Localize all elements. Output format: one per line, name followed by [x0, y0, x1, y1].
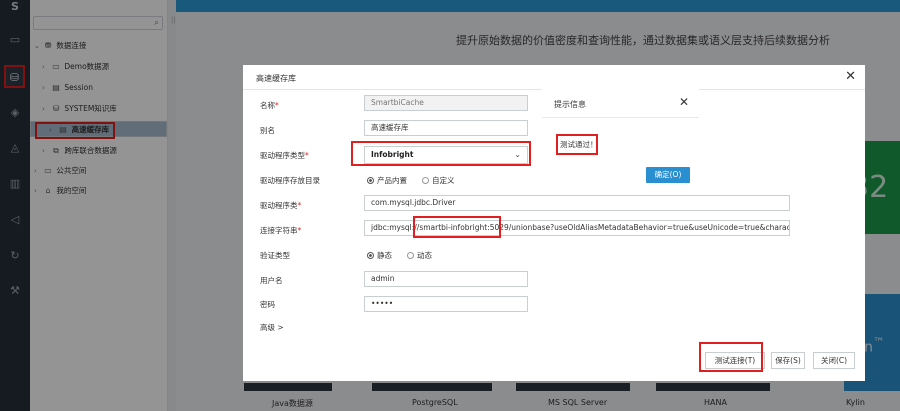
radio-dot[interactable]: [367, 252, 374, 259]
dialog-title: 高速缓存库: [256, 74, 296, 83]
label-name: 名称*: [260, 101, 279, 110]
label-conn-string: 连接字符串*: [260, 226, 302, 235]
alias-input[interactable]: 高速缓存库: [364, 120, 528, 136]
highlight-box-message: [556, 134, 598, 155]
highlight-box-driver: [351, 141, 531, 166]
radio-custom[interactable]: 自定义: [422, 175, 455, 186]
label-auth-type: 验证类型: [260, 251, 290, 260]
label-driver-type: 驱动程序类型*: [260, 151, 309, 160]
label-driver-class: 驱动程序类*: [260, 201, 302, 210]
radio-dot[interactable]: [422, 177, 429, 184]
ok-button[interactable]: 确定(O): [646, 167, 690, 183]
info-dialog: 提示信息 ✕ 测试通过！ 确定(O): [542, 89, 699, 194]
advanced-toggle[interactable]: 高级 >: [260, 322, 284, 333]
close-icon[interactable]: ✕: [679, 95, 689, 109]
close-icon[interactable]: ✕: [845, 69, 856, 84]
radio-static[interactable]: 静态: [367, 250, 392, 261]
info-dialog-title: 提示信息: [554, 100, 586, 109]
label-alias: 别名: [260, 126, 275, 135]
password-input[interactable]: •••••: [364, 296, 528, 312]
label-username: 用户名: [260, 276, 283, 285]
highlight-box-test: [699, 342, 763, 372]
info-dialog-divider: [542, 117, 699, 118]
close-button[interactable]: 关闭(C): [813, 352, 855, 369]
name-input[interactable]: SmartbiCache: [364, 95, 528, 111]
label-driver-dir: 驱动程序存放目录: [260, 176, 320, 185]
radio-dot[interactable]: [407, 252, 414, 259]
label-password: 密码: [260, 300, 275, 309]
save-button[interactable]: 保存(S): [771, 352, 805, 369]
radio-builtin[interactable]: 产品内置: [367, 175, 407, 186]
highlight-box-host: [413, 216, 501, 238]
radio-dynamic[interactable]: 动态: [407, 250, 432, 261]
driver-class-input[interactable]: com.mysql.jdbc.Driver: [364, 195, 790, 211]
radio-dot[interactable]: [367, 177, 374, 184]
username-input[interactable]: admin: [364, 271, 528, 287]
